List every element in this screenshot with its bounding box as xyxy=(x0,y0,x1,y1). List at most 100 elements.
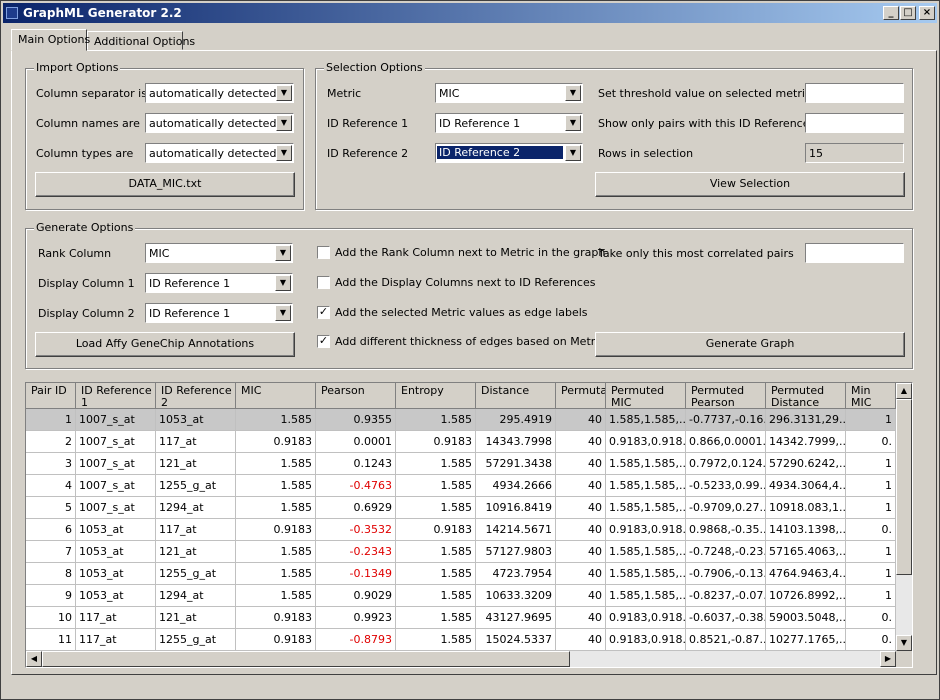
table-cell[interactable]: 1007_s_at xyxy=(76,497,156,519)
top-pairs-input[interactable] xyxy=(805,243,904,263)
table-cell[interactable]: 1.585 xyxy=(236,409,316,431)
table-cell[interactable]: 1.585 xyxy=(396,453,476,475)
tab-additional-options[interactable]: Additional Options xyxy=(87,31,195,50)
table-cell[interactable]: 0. xyxy=(846,431,896,453)
display-columns-checkbox-label[interactable]: Add the Display Columns next to ID Refer… xyxy=(335,276,595,289)
column-types-select[interactable]: automatically detected ▼ xyxy=(145,143,294,163)
table-row[interactable]: 4 1007_s_at 1255_g_at 1.585 -0.4763 1.585 4934… xyxy=(26,475,896,497)
edge-labels-checkbox-label[interactable]: Add the selected Metric values as edge l… xyxy=(335,306,588,319)
table-cell[interactable]: 1 xyxy=(846,585,896,607)
maximize-icon[interactable]: □ xyxy=(900,6,916,20)
table-cell[interactable]: 1 xyxy=(846,497,896,519)
table-cell[interactable]: 1.585,1.585,... xyxy=(606,453,686,475)
table-cell[interactable]: -0.2343 xyxy=(316,541,396,563)
table-cell[interactable]: 1.585 xyxy=(396,475,476,497)
pairs-data-grid[interactable]: Pair ID ID Reference 1 ID Reference 2 MIC Pe… xyxy=(25,382,913,668)
column-header[interactable]: Permuted MIC xyxy=(606,383,686,409)
scroll-up-icon[interactable]: ▲ xyxy=(896,383,912,399)
table-cell[interactable]: 1.585,1.585,... xyxy=(606,541,686,563)
table-cell[interactable]: -0.5233,0.99... xyxy=(686,475,766,497)
chevron-down-icon[interactable]: ▼ xyxy=(275,275,291,291)
table-row[interactable]: 7 1053_at 121_at 1.585 -0.2343 1.585 57127.980… xyxy=(26,541,896,563)
chevron-down-icon[interactable]: ▼ xyxy=(565,145,581,161)
table-cell[interactable]: 117_at xyxy=(76,629,156,651)
vertical-scrollbar[interactable]: ▲ ▼ xyxy=(896,383,912,651)
table-cell[interactable]: 0. xyxy=(846,629,896,651)
table-cell[interactable]: -0.8237,-0.07... xyxy=(686,585,766,607)
table-cell[interactable]: 1053_at xyxy=(156,409,236,431)
edge-thickness-checkbox-label[interactable]: Add different thickness of edges based o… xyxy=(335,335,604,348)
table-cell[interactable]: 121_at xyxy=(156,453,236,475)
table-cell[interactable]: 1255_g_at xyxy=(156,475,236,497)
table-cell[interactable]: 1.585 xyxy=(236,475,316,497)
scroll-left-icon[interactable]: ◀ xyxy=(26,651,42,667)
table-row[interactable]: 10 117_at 121_at 0.9183 0.9923 1.585 43127.969… xyxy=(26,607,896,629)
table-cell[interactable]: 57127.9803 xyxy=(476,541,556,563)
table-cell[interactable]: 57290.6242,... xyxy=(766,453,846,475)
table-cell[interactable]: 15024.5337 xyxy=(476,629,556,651)
table-cell[interactable]: 40 xyxy=(556,431,606,453)
column-separator-select[interactable]: automatically detected ▼ xyxy=(145,83,294,103)
table-cell[interactable]: 0.9183 xyxy=(236,607,316,629)
table-cell[interactable]: 40 xyxy=(556,629,606,651)
table-row[interactable]: 3 1007_s_at 121_at 1.585 0.1243 1.585 57291.34… xyxy=(26,453,896,475)
table-cell[interactable]: 1.585,1.585,... xyxy=(606,585,686,607)
rank-column-checkbox[interactable] xyxy=(317,246,330,259)
table-cell[interactable]: 0.6929 xyxy=(316,497,396,519)
table-cell[interactable]: 10 xyxy=(26,607,76,629)
column-header[interactable]: Pearson xyxy=(316,383,396,409)
display-columns-checkbox[interactable] xyxy=(317,276,330,289)
table-cell[interactable]: 0.9183 xyxy=(236,431,316,453)
chevron-down-icon[interactable]: ▼ xyxy=(276,115,292,131)
table-cell[interactable]: 1.585 xyxy=(396,585,476,607)
table-cell[interactable]: 1255_g_at xyxy=(156,563,236,585)
table-cell[interactable]: 4 xyxy=(26,475,76,497)
table-cell[interactable]: 8 xyxy=(26,563,76,585)
column-header[interactable]: ID Reference 2 xyxy=(156,383,236,409)
horizontal-scroll-thumb[interactable] xyxy=(42,651,570,667)
table-cell[interactable]: 14342.7999,... xyxy=(766,431,846,453)
table-cell[interactable]: 295.4919 xyxy=(476,409,556,431)
table-cell[interactable]: 40 xyxy=(556,453,606,475)
table-cell[interactable]: 1007_s_at xyxy=(76,431,156,453)
data-file-button[interactable]: DATA_MIC.txt xyxy=(35,172,295,197)
table-cell[interactable]: 14103.1398,... xyxy=(766,519,846,541)
table-cell[interactable]: 40 xyxy=(556,607,606,629)
table-cell[interactable]: -0.1349 xyxy=(316,563,396,585)
table-cell[interactable]: 121_at xyxy=(156,541,236,563)
table-cell[interactable]: 1053_at xyxy=(76,585,156,607)
table-cell[interactable]: 10726.8992,... xyxy=(766,585,846,607)
metric-select[interactable]: MIC ▼ xyxy=(435,83,583,103)
table-cell[interactable]: 1 xyxy=(846,409,896,431)
pairs-filter-input[interactable] xyxy=(805,113,904,133)
table-cell[interactable]: 0.7972,0.124... xyxy=(686,453,766,475)
table-cell[interactable]: -0.7906,-0.13... xyxy=(686,563,766,585)
table-cell[interactable]: 0.9183 xyxy=(396,519,476,541)
table-cell[interactable]: 40 xyxy=(556,563,606,585)
table-row[interactable]: 11 117_at 1255_g_at 0.9183 -0.8793 1.585 15024… xyxy=(26,629,896,651)
table-cell[interactable]: 1.585 xyxy=(396,497,476,519)
table-cell[interactable]: 6 xyxy=(26,519,76,541)
table-cell[interactable]: 0.9183 xyxy=(236,519,316,541)
table-cell[interactable]: 9 xyxy=(26,585,76,607)
generate-graph-button[interactable]: Generate Graph xyxy=(595,332,905,357)
chevron-down-icon[interactable]: ▼ xyxy=(275,305,291,321)
vertical-scroll-thumb[interactable] xyxy=(896,399,912,575)
column-header[interactable]: MIC xyxy=(236,383,316,409)
table-row[interactable]: 8 1053_at 1255_g_at 1.585 -0.1349 1.585 4723.7… xyxy=(26,563,896,585)
table-cell[interactable]: 57291.3438 xyxy=(476,453,556,475)
table-cell[interactable]: 0.9183,0.918... xyxy=(606,519,686,541)
column-names-select[interactable]: automatically detected ▼ xyxy=(145,113,294,133)
table-cell[interactable]: 11 xyxy=(26,629,76,651)
table-cell[interactable]: 0.866,0.0001... xyxy=(686,431,766,453)
table-cell[interactable]: 0.9183 xyxy=(396,431,476,453)
horizontal-scrollbar[interactable]: ◀ ▶ xyxy=(26,651,896,667)
close-icon[interactable]: × xyxy=(919,6,935,20)
chevron-down-icon[interactable]: ▼ xyxy=(276,85,292,101)
table-cell[interactable]: 1.585,1.585,... xyxy=(606,475,686,497)
table-cell[interactable]: 10277.1765,... xyxy=(766,629,846,651)
table-cell[interactable]: 40 xyxy=(556,585,606,607)
table-cell[interactable]: 40 xyxy=(556,519,606,541)
table-cell[interactable]: 1.585 xyxy=(236,585,316,607)
table-cell[interactable]: 117_at xyxy=(156,519,236,541)
